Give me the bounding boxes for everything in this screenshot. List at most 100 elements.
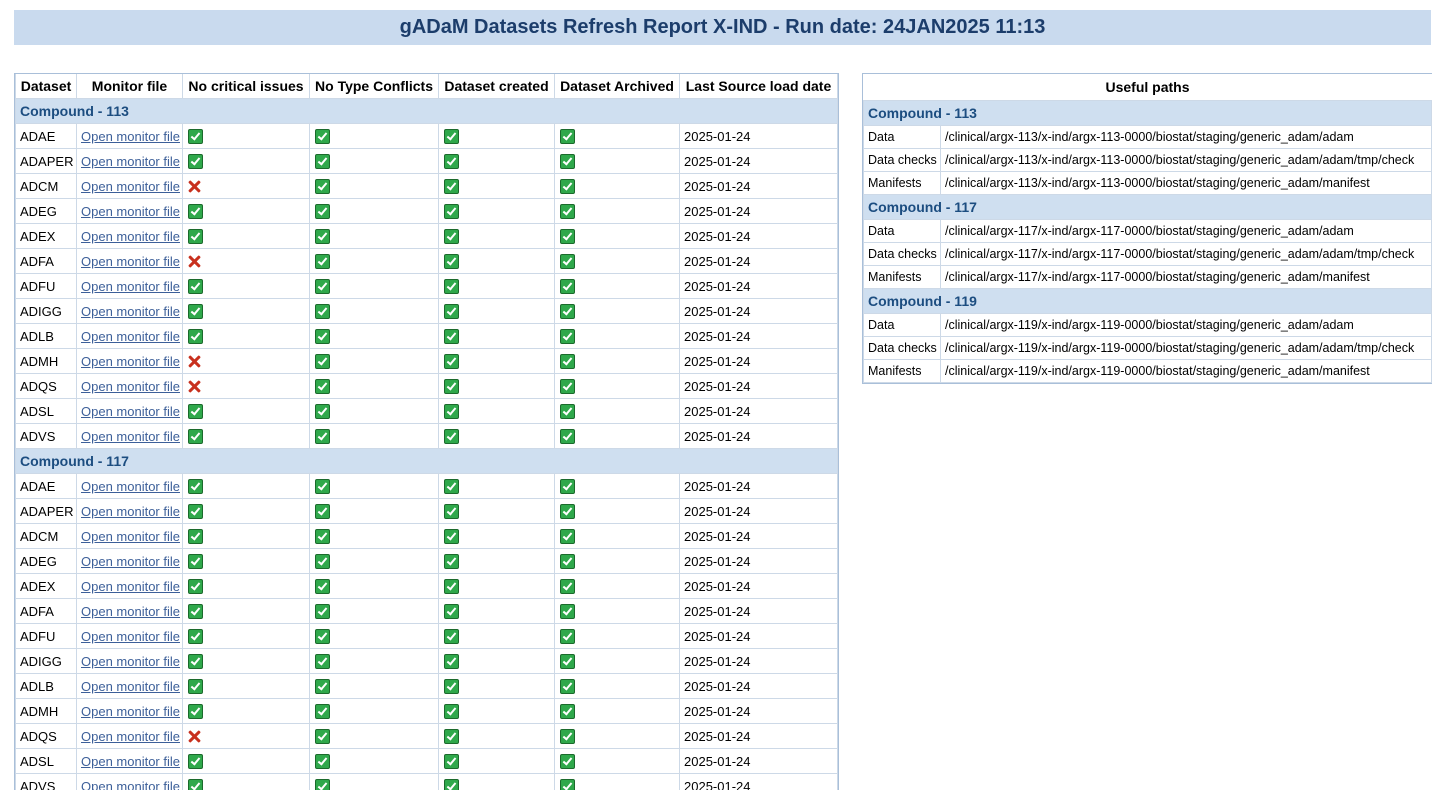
table-row: ADCMOpen monitor file2025-01-24 bbox=[16, 174, 838, 199]
path-value-cell: /clinical/argx-117/x-ind/argx-117-0000/b… bbox=[941, 243, 1432, 266]
open-monitor-file-link[interactable]: Open monitor file bbox=[81, 579, 180, 594]
open-monitor-file-link[interactable]: Open monitor file bbox=[81, 129, 180, 144]
archived-status-cell bbox=[555, 574, 680, 599]
green-checkbox-icon bbox=[560, 604, 575, 619]
monitor-file-cell: Open monitor file bbox=[77, 774, 183, 790]
open-monitor-file-link[interactable]: Open monitor file bbox=[81, 429, 180, 444]
monitor-file-cell: Open monitor file bbox=[77, 274, 183, 299]
datasets-table-body: Compound - 113ADAEOpen monitor file2025-… bbox=[16, 99, 838, 790]
monitor-file-cell: Open monitor file bbox=[77, 649, 183, 674]
useful-paths-table: Useful paths Compound - 113Data/clinical… bbox=[863, 74, 1432, 383]
green-checkbox-icon bbox=[560, 279, 575, 294]
paths-group-label: Compound - 113 bbox=[864, 101, 1432, 126]
open-monitor-file-link[interactable]: Open monitor file bbox=[81, 729, 180, 744]
open-monitor-file-link[interactable]: Open monitor file bbox=[81, 354, 180, 369]
monitor-file-cell: Open monitor file bbox=[77, 124, 183, 149]
green-checkbox-icon bbox=[444, 154, 459, 169]
open-monitor-file-link[interactable]: Open monitor file bbox=[81, 754, 180, 769]
archived-status-cell bbox=[555, 224, 680, 249]
green-checkbox-icon bbox=[315, 304, 330, 319]
table-row: ADMHOpen monitor file2025-01-24 bbox=[16, 699, 838, 724]
green-checkbox-icon bbox=[188, 679, 203, 694]
created-status-cell bbox=[439, 599, 555, 624]
dataset-name-cell: ADAPER bbox=[16, 499, 77, 524]
open-monitor-file-link[interactable]: Open monitor file bbox=[81, 504, 180, 519]
path-row: Manifests/clinical/argx-117/x-ind/argx-1… bbox=[864, 266, 1432, 289]
open-monitor-file-link[interactable]: Open monitor file bbox=[81, 604, 180, 619]
monitor-file-cell: Open monitor file bbox=[77, 174, 183, 199]
datasets-table-container[interactable]: Dataset Monitor file No critical issues … bbox=[14, 73, 839, 790]
conflicts-status-cell bbox=[310, 424, 439, 449]
conflicts-status-cell bbox=[310, 574, 439, 599]
monitor-file-cell: Open monitor file bbox=[77, 224, 183, 249]
archived-status-cell bbox=[555, 174, 680, 199]
created-status-cell bbox=[439, 324, 555, 349]
open-monitor-file-link[interactable]: Open monitor file bbox=[81, 154, 180, 169]
archived-status-cell bbox=[555, 399, 680, 424]
open-monitor-file-link[interactable]: Open monitor file bbox=[81, 554, 180, 569]
monitor-file-cell: Open monitor file bbox=[77, 324, 183, 349]
green-checkbox-icon bbox=[188, 329, 203, 344]
open-monitor-file-link[interactable]: Open monitor file bbox=[81, 779, 180, 790]
col-header-monitor-file: Monitor file bbox=[77, 74, 183, 99]
critical-status-cell bbox=[183, 374, 310, 399]
green-checkbox-icon bbox=[560, 129, 575, 144]
path-label-cell: Data checks bbox=[864, 149, 941, 172]
open-monitor-file-link[interactable]: Open monitor file bbox=[81, 379, 180, 394]
table-row: ADFUOpen monitor file2025-01-24 bbox=[16, 274, 838, 299]
open-monitor-file-link[interactable]: Open monitor file bbox=[81, 404, 180, 419]
useful-paths-panel: Useful paths Compound - 113Data/clinical… bbox=[862, 73, 1432, 384]
critical-status-cell bbox=[183, 124, 310, 149]
archived-status-cell bbox=[555, 499, 680, 524]
table-row: ADFUOpen monitor file2025-01-24 bbox=[16, 624, 838, 649]
green-checkbox-icon bbox=[444, 404, 459, 419]
last-load-date-cell: 2025-01-24 bbox=[680, 774, 838, 790]
open-monitor-file-link[interactable]: Open monitor file bbox=[81, 479, 180, 494]
last-load-date-cell: 2025-01-24 bbox=[680, 274, 838, 299]
open-monitor-file-link[interactable]: Open monitor file bbox=[81, 204, 180, 219]
green-checkbox-icon bbox=[444, 279, 459, 294]
table-row: ADAPEROpen monitor file2025-01-24 bbox=[16, 149, 838, 174]
green-checkbox-icon bbox=[315, 229, 330, 244]
green-checkbox-icon bbox=[188, 704, 203, 719]
conflicts-status-cell bbox=[310, 299, 439, 324]
col-header-no-type-conflicts: No Type Conflicts bbox=[310, 74, 439, 99]
created-status-cell bbox=[439, 674, 555, 699]
last-load-date-cell: 2025-01-24 bbox=[680, 249, 838, 274]
green-checkbox-icon bbox=[444, 229, 459, 244]
path-value-cell: /clinical/argx-119/x-ind/argx-119-0000/b… bbox=[941, 337, 1432, 360]
group-row: Compound - 117 bbox=[16, 449, 838, 474]
dataset-name-cell: ADCM bbox=[16, 174, 77, 199]
archived-status-cell bbox=[555, 374, 680, 399]
dataset-name-cell: ADEX bbox=[16, 574, 77, 599]
open-monitor-file-link[interactable]: Open monitor file bbox=[81, 254, 180, 269]
green-checkbox-icon bbox=[188, 604, 203, 619]
monitor-file-cell: Open monitor file bbox=[77, 749, 183, 774]
open-monitor-file-link[interactable]: Open monitor file bbox=[81, 529, 180, 544]
green-checkbox-icon bbox=[315, 729, 330, 744]
open-monitor-file-link[interactable]: Open monitor file bbox=[81, 229, 180, 244]
critical-status-cell bbox=[183, 624, 310, 649]
monitor-file-cell: Open monitor file bbox=[77, 424, 183, 449]
critical-status-cell bbox=[183, 749, 310, 774]
open-monitor-file-link[interactable]: Open monitor file bbox=[81, 279, 180, 294]
open-monitor-file-link[interactable]: Open monitor file bbox=[81, 329, 180, 344]
conflicts-status-cell bbox=[310, 249, 439, 274]
table-row: ADFAOpen monitor file2025-01-24 bbox=[16, 599, 838, 624]
open-monitor-file-link[interactable]: Open monitor file bbox=[81, 179, 180, 194]
monitor-file-cell: Open monitor file bbox=[77, 474, 183, 499]
path-row: Data/clinical/argx-119/x-ind/argx-119-00… bbox=[864, 314, 1432, 337]
table-row: ADAEOpen monitor file2025-01-24 bbox=[16, 474, 838, 499]
open-monitor-file-link[interactable]: Open monitor file bbox=[81, 304, 180, 319]
datasets-header-row: Dataset Monitor file No critical issues … bbox=[16, 74, 838, 99]
table-row: ADIGGOpen monitor file2025-01-24 bbox=[16, 649, 838, 674]
green-checkbox-icon bbox=[315, 679, 330, 694]
green-checkbox-icon bbox=[315, 754, 330, 769]
green-checkbox-icon bbox=[315, 704, 330, 719]
open-monitor-file-link[interactable]: Open monitor file bbox=[81, 679, 180, 694]
open-monitor-file-link[interactable]: Open monitor file bbox=[81, 629, 180, 644]
open-monitor-file-link[interactable]: Open monitor file bbox=[81, 704, 180, 719]
green-checkbox-icon bbox=[560, 229, 575, 244]
green-checkbox-icon bbox=[315, 404, 330, 419]
open-monitor-file-link[interactable]: Open monitor file bbox=[81, 654, 180, 669]
